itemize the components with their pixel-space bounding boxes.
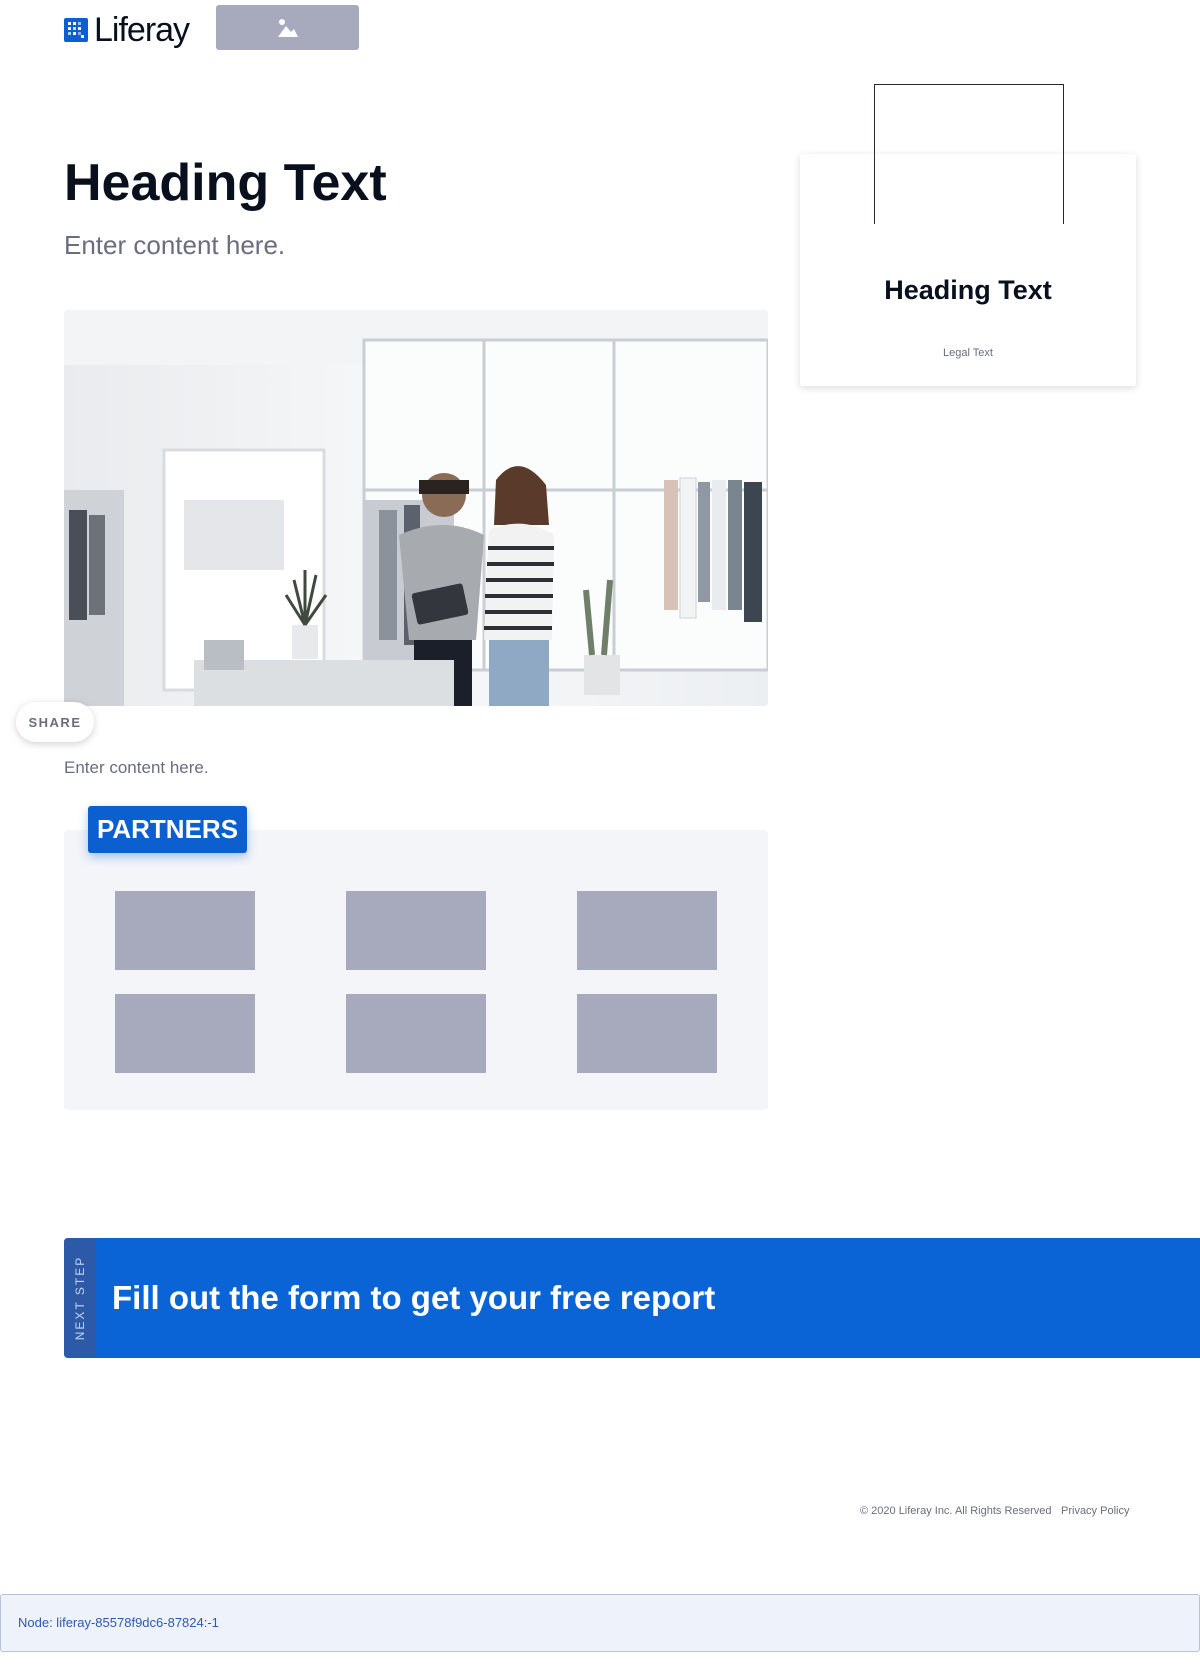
partners-badge: PARTNERS xyxy=(88,806,247,853)
page-subtitle: Enter content here. xyxy=(64,230,286,260)
footer-copyright: © 2020 Liferay Inc. All Rights Reserved xyxy=(860,1505,1052,1517)
site-header: Liferay xyxy=(0,0,1200,60)
partner-logo[interactable] xyxy=(577,891,717,970)
privacy-policy-link[interactable]: Privacy Policy xyxy=(1061,1503,1129,1519)
partner-logo[interactable] xyxy=(115,994,255,1073)
partner-logo[interactable] xyxy=(115,891,255,970)
share-button[interactable]: SHARE xyxy=(16,702,94,742)
node-info-bar: Node: liferay-85578f9dc6-87824:-1 xyxy=(0,1594,1200,1652)
cta-banner[interactable]: NEXT STEP Fill out the form to get your … xyxy=(64,1238,1200,1358)
partner-logo[interactable] xyxy=(346,891,486,970)
photo-store-image xyxy=(64,310,768,706)
page-title: Heading Text xyxy=(64,154,387,212)
partner-logo[interactable] xyxy=(346,994,486,1073)
next-step-tab: NEXT STEP xyxy=(64,1238,96,1358)
hero-image xyxy=(64,310,768,706)
logo-text: Liferay xyxy=(94,11,190,49)
card-heading: Heading Text xyxy=(884,275,1052,305)
liferay-logo-icon xyxy=(64,18,88,42)
node-text: Node: liferay-85578f9dc6-87824:-1 xyxy=(18,1615,219,1630)
header-image-placeholder[interactable] xyxy=(216,5,359,50)
cta-text[interactable]: Fill out the form to get your free repor… xyxy=(112,1276,715,1320)
liferay-logo[interactable]: Liferay xyxy=(64,10,190,50)
next-step-label: NEXT STEP xyxy=(73,1255,87,1341)
card-image-frame xyxy=(874,84,1064,224)
card-legal-text: Legal Text xyxy=(943,347,993,359)
partner-logo[interactable] xyxy=(577,994,717,1073)
body-text: Enter content here. xyxy=(64,758,209,777)
image-icon xyxy=(277,18,298,37)
